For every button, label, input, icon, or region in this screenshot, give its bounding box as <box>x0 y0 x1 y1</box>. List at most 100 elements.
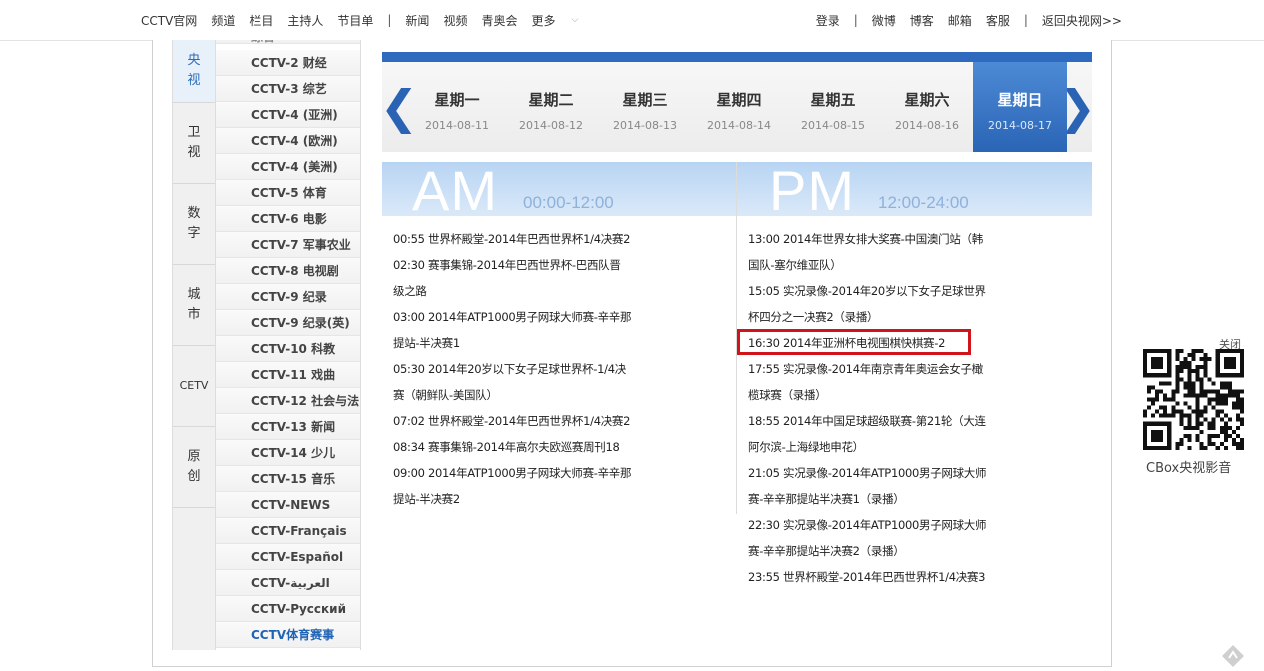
channel-item[interactable]: CCTV-3 综艺 <box>216 76 360 102</box>
category-label: 原 <box>187 449 201 464</box>
day-tab[interactable]: 星期二 2014-08-12 <box>504 62 598 152</box>
day-tab[interactable]: 星期六 2014-08-16 <box>880 62 974 152</box>
nav-link[interactable]: 青奥会 <box>481 12 517 29</box>
program-line[interactable]: 09:00 2014年ATP1000男子网球大师赛-辛辛那 <box>393 460 653 486</box>
channel-item[interactable]: CCTV-Español <box>216 544 360 570</box>
program-line[interactable]: 杯四分之一决赛2（录播） <box>748 304 1008 330</box>
channel-item[interactable]: CCTV-13 新闻 <box>216 414 360 440</box>
day-date: 2014-08-17 <box>988 119 1052 132</box>
pm-range: 12:00-24:00 <box>878 193 969 212</box>
channel-item[interactable]: CCTV-11 戏曲 <box>216 362 360 388</box>
program-line[interactable]: 17:55 实况录像-2014年南京青年奥运会女子橄 <box>748 356 1008 382</box>
channel-item[interactable]: CCTV-14 少儿 <box>216 440 360 466</box>
channel-item[interactable]: CCTV-5 体育 <box>216 180 360 206</box>
program-line[interactable]: 15:05 实况录像-2014年20岁以下女子足球世界 <box>748 278 1008 304</box>
category-label: 视 <box>187 145 201 160</box>
day-tab[interactable]: 星期五 2014-08-15 <box>786 62 880 152</box>
channel-item[interactable]: CCTV-7 军事农业 <box>216 232 360 258</box>
channel-item[interactable]: CCTV-15 音乐 <box>216 466 360 492</box>
category-tab[interactable]: 数字 <box>173 184 215 265</box>
am-label: AM <box>412 162 498 216</box>
category-label: 城 <box>187 287 201 302</box>
channel-item[interactable]: CCTV-4 (美洲) <box>216 154 360 180</box>
program-line[interactable]: 22:30 实况录像-2014年ATP1000男子网球大师 <box>748 512 1008 538</box>
top-nav-left: CCTV官网 频道 栏目 主持人 节目单 | 新闻 视频 青奥会 更多 ⌵ <box>141 0 578 40</box>
nav-link[interactable]: 博客 <box>910 12 934 29</box>
channel-item[interactable]: CCTV-8 电视剧 <box>216 258 360 284</box>
channel-item[interactable]: 综合 <box>216 40 360 44</box>
nav-link[interactable]: 主持人 <box>287 12 323 29</box>
program-line[interactable]: 07:02 世界杯殿堂-2014年巴西世界杯1/4决赛2 <box>393 408 653 434</box>
program-line[interactable]: 00:55 世界杯殿堂-2014年巴西世界杯1/4决赛2 <box>393 226 653 252</box>
nav-link[interactable]: 栏目 <box>249 12 273 29</box>
program-line[interactable]: 赛-辛辛那提站半决赛1（录播） <box>748 486 1008 512</box>
nav-link[interactable]: 更多 <box>531 12 555 29</box>
program-line[interactable]: 08:34 赛事集锦-2014年高尔夫欧巡赛周刊18 <box>393 434 653 460</box>
day-tab[interactable]: 星期三 2014-08-13 <box>598 62 692 152</box>
program-line[interactable]: 榄球赛（录播） <box>748 382 1008 408</box>
nav-link[interactable]: CCTV官网 <box>141 12 197 29</box>
program-line[interactable]: 阿尔滨-上海绿地申花） <box>748 434 1008 460</box>
channel-item[interactable]: CCTV体育赛事 <box>216 622 360 648</box>
category-label: 字 <box>187 226 201 241</box>
nav-separator: | <box>853 13 858 27</box>
category-label: 市 <box>187 307 201 322</box>
nav-link[interactable]: 频道 <box>211 12 235 29</box>
channel-item[interactable]: CCTV-9 纪录(英) <box>216 310 360 336</box>
category-tab[interactable]: CETV <box>173 346 215 427</box>
program-line[interactable]: 赛-辛辛那提站半决赛2（录播） <box>748 538 1008 564</box>
channel-item[interactable]: CCTV-العربية <box>216 570 360 596</box>
channel-item[interactable]: CCTV-12 社会与法 <box>216 388 360 414</box>
nav-link[interactable]: 微博 <box>872 12 896 29</box>
day-name: 星期五 <box>810 91 856 109</box>
program-line[interactable]: 21:05 实况录像-2014年ATP1000男子网球大师 <box>748 460 1008 486</box>
nav-link[interactable]: 节目单 <box>337 12 373 29</box>
top-nav-right: 登录 | 微博 博客 邮箱 客服 | 返回央视网>> <box>802 0 1122 40</box>
nav-link[interactable]: 新闻 <box>405 12 429 29</box>
day-tab[interactable]: 星期日 2014-08-17 <box>973 62 1067 152</box>
channel-item[interactable]: CCTV-Русский <box>216 596 360 622</box>
day-tab[interactable]: 星期四 2014-08-14 <box>692 62 786 152</box>
category-sidebar: 央视卫视数字城市 CETV 原创 <box>172 40 216 650</box>
day-tab[interactable]: 星期一 2014-08-11 <box>410 62 504 152</box>
program-line[interactable]: 13:00 2014年世界女排大奖赛-中国澳门站（韩 <box>748 226 1008 252</box>
channel-item[interactable]: CCTV-4 (欧洲) <box>216 128 360 154</box>
day-name: 星期一 <box>434 91 480 109</box>
program-line[interactable]: 03:00 2014年ATP1000男子网球大师赛-辛辛那 <box>393 304 653 330</box>
program-line[interactable]: 赛（朝鲜队-美国队） <box>393 382 653 408</box>
program-line[interactable]: 18:55 2014年中国足球超级联赛-第21轮（大连 <box>748 408 1008 434</box>
day-date: 2014-08-14 <box>707 119 771 132</box>
category-tab[interactable]: 卫视 <box>173 103 215 184</box>
am-range: 00:00-12:00 <box>523 193 614 212</box>
nav-link[interactable]: 客服 <box>986 12 1010 29</box>
nav-link[interactable]: 邮箱 <box>948 12 972 29</box>
program-line[interactable]: 提站-半决赛1 <box>393 330 653 356</box>
channel-item[interactable]: CCTV-2 财经 <box>216 50 360 76</box>
program-line[interactable]: 级之路 <box>393 278 653 304</box>
diamond-logo-icon <box>1222 645 1244 667</box>
day-date: 2014-08-15 <box>801 119 865 132</box>
channel-item[interactable]: CCTV-10 科教 <box>216 336 360 362</box>
program-line[interactable]: 02:30 赛事集锦-2014年巴西世界杯-巴西队晋 <box>393 252 653 278</box>
program-line[interactable]: 提站-半决赛2 <box>393 486 653 512</box>
category-tab[interactable]: 城市 <box>173 265 215 346</box>
nav-link[interactable]: 视频 <box>443 12 467 29</box>
program-line[interactable]: 23:55 世界杯殿堂-2014年巴西世界杯1/4决赛3 <box>748 564 1008 590</box>
channel-item[interactable]: CCTV-4 (亚洲) <box>216 102 360 128</box>
channel-item[interactable]: CCTV-NEWS <box>216 492 360 518</box>
category-tab[interactable]: 原创 <box>173 427 215 508</box>
channel-item[interactable]: CCTV-6 电影 <box>216 206 360 232</box>
channel-list: 综合 CCTV-2 财经CCTV-3 综艺CCTV-4 (亚洲)CCTV-4 (欧… <box>216 40 361 650</box>
program-line[interactable]: 国队-塞尔维亚队） <box>748 252 1008 278</box>
nav-link[interactable]: 登录 <box>816 12 840 29</box>
nav-separator: | <box>1023 13 1028 27</box>
program-line[interactable]: 05:30 2014年20岁以下女子足球世界杯-1/4决 <box>393 356 653 382</box>
qr-code-image <box>1143 349 1244 450</box>
day-name: 星期四 <box>716 91 762 109</box>
day-date: 2014-08-16 <box>895 119 959 132</box>
nav-link[interactable]: 返回央视网>> <box>1042 12 1122 29</box>
category-tab[interactable]: 央视 <box>173 40 215 103</box>
channel-item[interactable]: CCTV-9 纪录 <box>216 284 360 310</box>
category-label: 创 <box>187 469 201 484</box>
channel-item[interactable]: CCTV-Français <box>216 518 360 544</box>
